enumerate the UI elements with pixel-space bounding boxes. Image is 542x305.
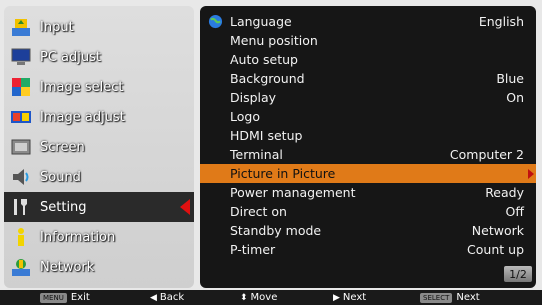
left-arrow-icon: ◀ (150, 292, 157, 303)
sidebar-item-input[interactable]: Input (4, 12, 194, 42)
menu-row-logo[interactable]: Logo (200, 107, 536, 126)
input-icon (10, 16, 32, 38)
menu-key-icon: MENU (40, 292, 67, 303)
menu-row-language[interactable]: Language English (200, 12, 536, 31)
sidebar-item-label: Network (40, 259, 95, 275)
menu-row-standby-mode[interactable]: Standby mode Network (200, 221, 536, 240)
submenu-arrow-icon (528, 168, 534, 179)
information-icon (10, 226, 32, 248)
sidebar-item-label: Image adjust (40, 109, 125, 125)
up-down-arrow-icon: ⬍ (240, 292, 248, 303)
network-icon (10, 256, 32, 278)
sound-icon (10, 166, 32, 188)
right-arrow-icon: ▶ (333, 292, 340, 303)
sidebar-item-label: Screen (40, 139, 85, 155)
sidebar-item-label: PC adjust (40, 49, 101, 65)
menu-row-picture-in-picture[interactable]: Picture in Picture (200, 164, 536, 183)
sidebar-item-image-select[interactable]: Image select (4, 72, 194, 102)
select-key-icon: SELECT (420, 292, 453, 303)
sidebar-item-network[interactable]: Network (4, 252, 194, 282)
move-hint[interactable]: ⬍ Move (240, 292, 277, 303)
menu-row-menu-position[interactable]: Menu position (200, 31, 536, 50)
sidebar-item-setting[interactable]: Setting (4, 192, 194, 222)
sidebar-item-sound[interactable]: Sound (4, 162, 194, 192)
menu-row-hdmi-setup[interactable]: HDMI setup (200, 126, 536, 145)
back-hint[interactable]: ◀ Back (150, 292, 184, 303)
image-adjust-icon (10, 106, 32, 128)
sidebar-item-information[interactable]: Information (4, 222, 194, 252)
globe-icon (208, 14, 223, 29)
setting-menu-panel: Language English Menu position Auto setu… (200, 6, 536, 288)
sidebar-item-label: Setting (40, 199, 87, 215)
menu-row-auto-setup[interactable]: Auto setup (200, 50, 536, 69)
sidebar-item-pc-adjust[interactable]: PC adjust (4, 42, 194, 72)
footer-hint-bar: MENU Exit ◀ Back ⬍ Move ▶ Next SELECT Ne… (0, 290, 542, 305)
main-menu-sidebar: Input PC adjust Image select Image adjus… (4, 6, 194, 288)
sidebar-item-label: Image select (40, 79, 124, 95)
page-indicator: 1/2 (504, 266, 532, 282)
menu-row-terminal[interactable]: Terminal Computer 2 (200, 145, 536, 164)
active-pointer-icon (180, 199, 190, 215)
exit-hint[interactable]: MENU Exit (40, 292, 90, 303)
sidebar-item-label: Information (40, 229, 116, 245)
image-select-icon (10, 76, 32, 98)
pc-adjust-icon (10, 46, 32, 68)
sidebar-item-label: Sound (40, 169, 81, 185)
next-hint[interactable]: ▶ Next (333, 292, 366, 303)
select-next-hint[interactable]: SELECT Next (420, 292, 480, 303)
setting-icon (10, 196, 32, 218)
menu-row-display[interactable]: Display On (200, 88, 536, 107)
sidebar-item-label: Input (40, 19, 74, 35)
menu-row-power-management[interactable]: Power management Ready (200, 183, 536, 202)
sidebar-item-image-adjust[interactable]: Image adjust (4, 102, 194, 132)
sidebar-item-screen[interactable]: Screen (4, 132, 194, 162)
menu-row-direct-on[interactable]: Direct on Off (200, 202, 536, 221)
screen-icon (10, 136, 32, 158)
menu-row-background[interactable]: Background Blue (200, 69, 536, 88)
menu-row-p-timer[interactable]: P-timer Count up (200, 240, 536, 259)
